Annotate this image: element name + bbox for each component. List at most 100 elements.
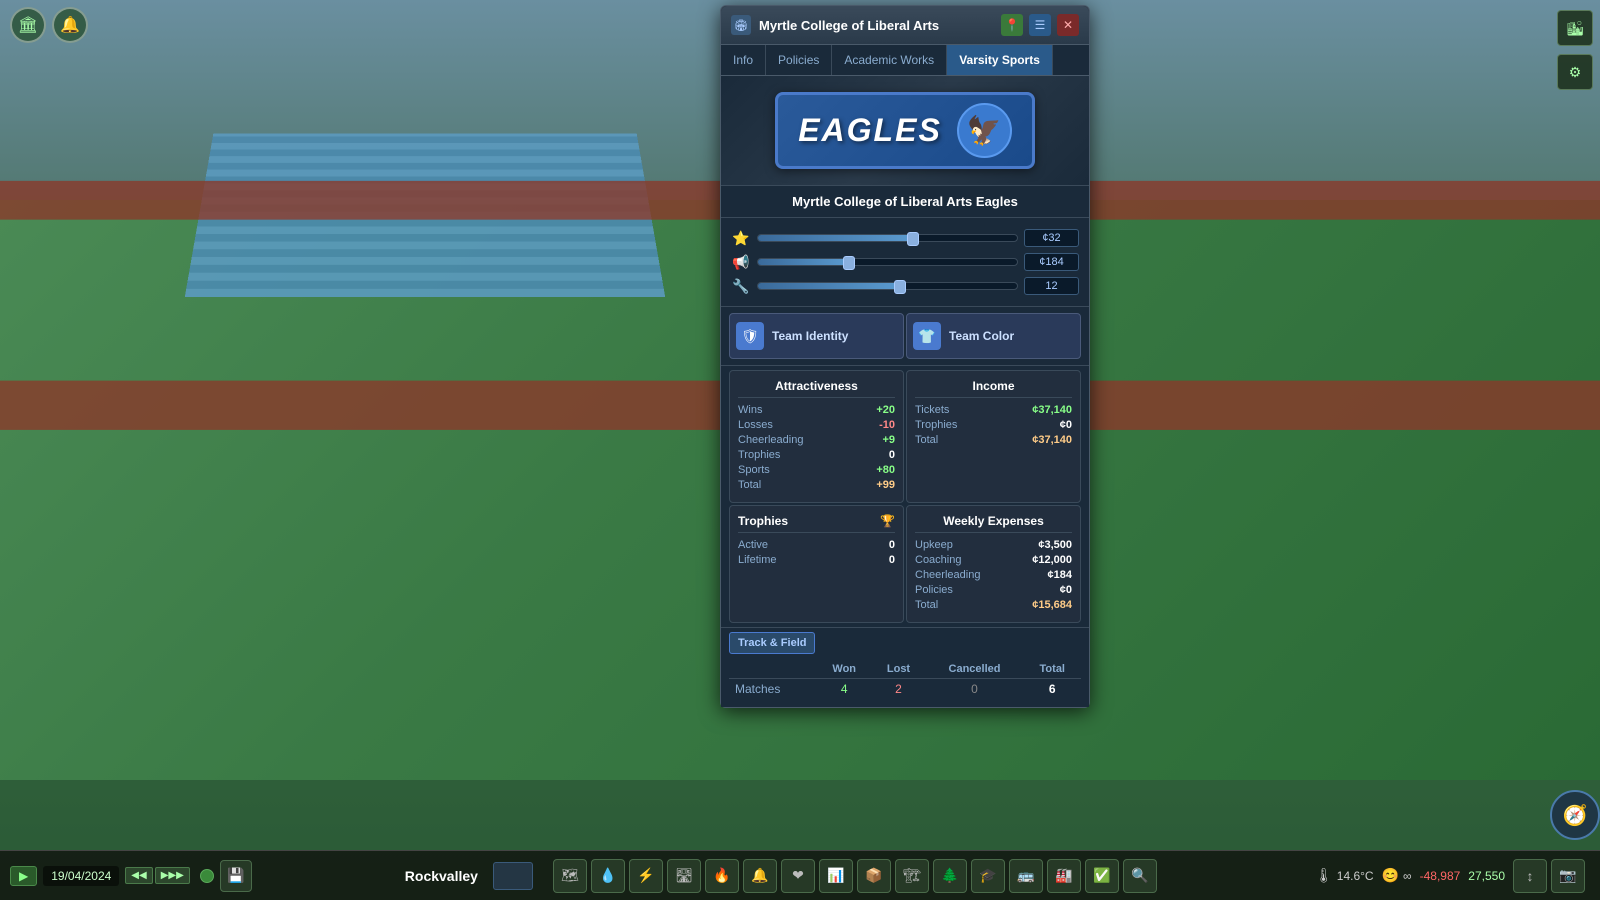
- bci-edu[interactable]: 🎓: [971, 859, 1005, 893]
- bci-water[interactable]: 💧: [591, 859, 625, 893]
- location-icon-btn[interactable]: 📍: [1001, 14, 1023, 36]
- trophies-lifetime: Lifetime 0: [738, 554, 895, 566]
- expense-total: Total ¢15,684: [915, 599, 1072, 611]
- income-tickets: Tickets ¢37,140: [915, 404, 1072, 416]
- money-change-value: -48,987: [1420, 869, 1461, 883]
- row-label-matches: Matches: [729, 679, 817, 700]
- bci-roads[interactable]: 🛣: [667, 859, 701, 893]
- slider-icon-1: ⭐: [731, 228, 751, 248]
- bci-build[interactable]: 🏗: [895, 859, 929, 893]
- slider-row-1: ⭐ ¢32: [731, 228, 1079, 248]
- col-won: Won: [817, 660, 872, 679]
- bci-industry[interactable]: 🏭: [1047, 859, 1081, 893]
- bci-zones[interactable]: 📊: [819, 859, 853, 893]
- bci-parks[interactable]: 🌲: [933, 859, 967, 893]
- matches-total: 6: [1024, 679, 1081, 700]
- weekly-expenses-box: Weekly Expenses Upkeep ¢3,500 Coaching ¢…: [906, 505, 1081, 623]
- income-trophies: Trophies ¢0: [915, 419, 1072, 431]
- tab-policies[interactable]: Policies: [766, 45, 832, 75]
- team-logo-text: EAGLES: [798, 112, 942, 149]
- speed-controls: ◀◀ ▶▶▶: [125, 867, 189, 884]
- temperature-display: 🌡 14.6°C: [1315, 867, 1374, 884]
- bottom-icons-row: 🗺 💧 ⚡ 🛣 🔥 🔔 ❤ 📊 📦 🏗 🌲 🎓 🚌 🏭 ✅ 🔍: [553, 859, 1157, 893]
- team-color-btn[interactable]: 👕 Team Color: [906, 313, 1081, 359]
- bci-health[interactable]: ❤: [781, 859, 815, 893]
- tab-varsity-sports[interactable]: Varsity Sports: [947, 45, 1053, 75]
- slider-fill-3: [758, 283, 900, 289]
- attr-losses: Losses -10: [738, 419, 895, 431]
- save-icon-container: 💾: [220, 860, 252, 892]
- infinity-value: ∞: [1403, 869, 1412, 883]
- slider-handle-3[interactable]: [894, 280, 906, 294]
- track-field-label: Track & Field: [729, 632, 815, 654]
- sliders-section: ⭐ ¢32 📢 ¢184 🔧 12: [721, 218, 1089, 307]
- bci-fire[interactable]: 🔥: [705, 859, 739, 893]
- bci-electricity[interactable]: ⚡: [629, 859, 663, 893]
- slider-value-2: ¢184: [1024, 253, 1079, 271]
- slider-track-2[interactable]: [757, 258, 1018, 266]
- attr-wins: Wins +20: [738, 404, 895, 416]
- team-identity-icon: 🛡: [736, 322, 764, 350]
- table-row: Matches 4 2 0 6: [729, 679, 1081, 700]
- side-btn-city[interactable]: 🏙: [1557, 10, 1593, 46]
- close-icon-btn[interactable]: ✕: [1057, 14, 1079, 36]
- team-color-label: Team Color: [949, 329, 1014, 343]
- bci-search[interactable]: 🔍: [1123, 859, 1157, 893]
- col-blank: [729, 660, 817, 679]
- bci-transit[interactable]: 🚌: [1009, 859, 1043, 893]
- toolbar-btn-2[interactable]: 🔔: [52, 7, 88, 43]
- toolbar-btn-1[interactable]: 🏛: [10, 7, 46, 43]
- team-identity-label: Team Identity: [772, 329, 848, 343]
- slider-handle-1[interactable]: [907, 232, 919, 246]
- slider-track-1[interactable]: [757, 234, 1018, 242]
- balance-display: 27,550: [1468, 869, 1505, 883]
- slider-fill-1: [758, 235, 913, 241]
- matches-lost: 2: [872, 679, 926, 700]
- tab-info[interactable]: Info: [721, 45, 766, 75]
- trophies-active: Active 0: [738, 539, 895, 551]
- speed-back[interactable]: ◀◀: [125, 867, 152, 884]
- income-box: Income Tickets ¢37,140 Trophies ¢0 Total…: [906, 370, 1081, 503]
- expense-upkeep: Upkeep ¢3,500: [915, 539, 1072, 551]
- bci-camera[interactable]: 📷: [1551, 859, 1585, 893]
- attractiveness-box: Attractiveness Wins +20 Losses -10 Cheer…: [729, 370, 904, 503]
- save-btn[interactable]: 💾: [220, 860, 252, 892]
- trophies-title-row: Trophies 🏆: [738, 514, 895, 533]
- slider-icon-3: 🔧: [731, 276, 751, 296]
- weekly-expenses-title: Weekly Expenses: [915, 514, 1072, 533]
- expense-policies: Policies ¢0: [915, 584, 1072, 596]
- play-button[interactable]: ▶: [10, 866, 37, 886]
- slider-handle-2[interactable]: [843, 256, 855, 270]
- income-total: Total ¢37,140: [915, 434, 1072, 446]
- attr-total: Total +99: [738, 479, 895, 491]
- bci-check[interactable]: ✅: [1085, 859, 1119, 893]
- expense-coaching: Coaching ¢12,000: [915, 554, 1072, 566]
- attr-sports: Sports +80: [738, 464, 895, 476]
- attractiveness-title: Attractiveness: [738, 379, 895, 398]
- col-total: Total: [1024, 660, 1081, 679]
- slider-track-3[interactable]: [757, 282, 1018, 290]
- mini-map-preview[interactable]: [493, 862, 533, 890]
- trophy-icon: 🏆: [880, 514, 895, 528]
- bottom-right: 🌡 14.6°C 😊 ∞ -48,987 27,550 ↕ 📷: [1300, 859, 1600, 893]
- attr-cheerleading: Cheerleading +9: [738, 434, 895, 446]
- track-field-section: Track & Field Won Lost Cancelled Total M…: [721, 627, 1089, 707]
- slider-icon-2: 📢: [731, 252, 751, 272]
- bci-move[interactable]: ↕: [1513, 859, 1547, 893]
- panel-title: Myrtle College of Liberal Arts: [759, 18, 939, 33]
- list-icon-btn[interactable]: ☰: [1029, 14, 1051, 36]
- team-identity-btn[interactable]: 🛡 Team Identity: [729, 313, 904, 359]
- speed-forward[interactable]: ▶▶▶: [155, 867, 190, 884]
- bottom-toolbar: ▶ 19/04/2024 ◀◀ ▶▶▶ 💾 Rockvalley 🗺 💧 ⚡ 🛣…: [0, 850, 1600, 900]
- slider-fill-2: [758, 259, 849, 265]
- matches-cancelled: 0: [926, 679, 1024, 700]
- panel-header-icons: 📍 ☰ ✕: [1001, 14, 1079, 36]
- bci-terrain[interactable]: 🗺: [553, 859, 587, 893]
- bci-police[interactable]: 🔔: [743, 859, 777, 893]
- bci-district[interactable]: 📦: [857, 859, 891, 893]
- temp-icon: 🌡: [1315, 867, 1333, 884]
- side-btn-settings[interactable]: ⚙: [1557, 54, 1593, 90]
- tab-academic-works[interactable]: Academic Works: [832, 45, 947, 75]
- nav-circle[interactable]: 🧭: [1550, 790, 1600, 840]
- status-indicator: [200, 869, 214, 883]
